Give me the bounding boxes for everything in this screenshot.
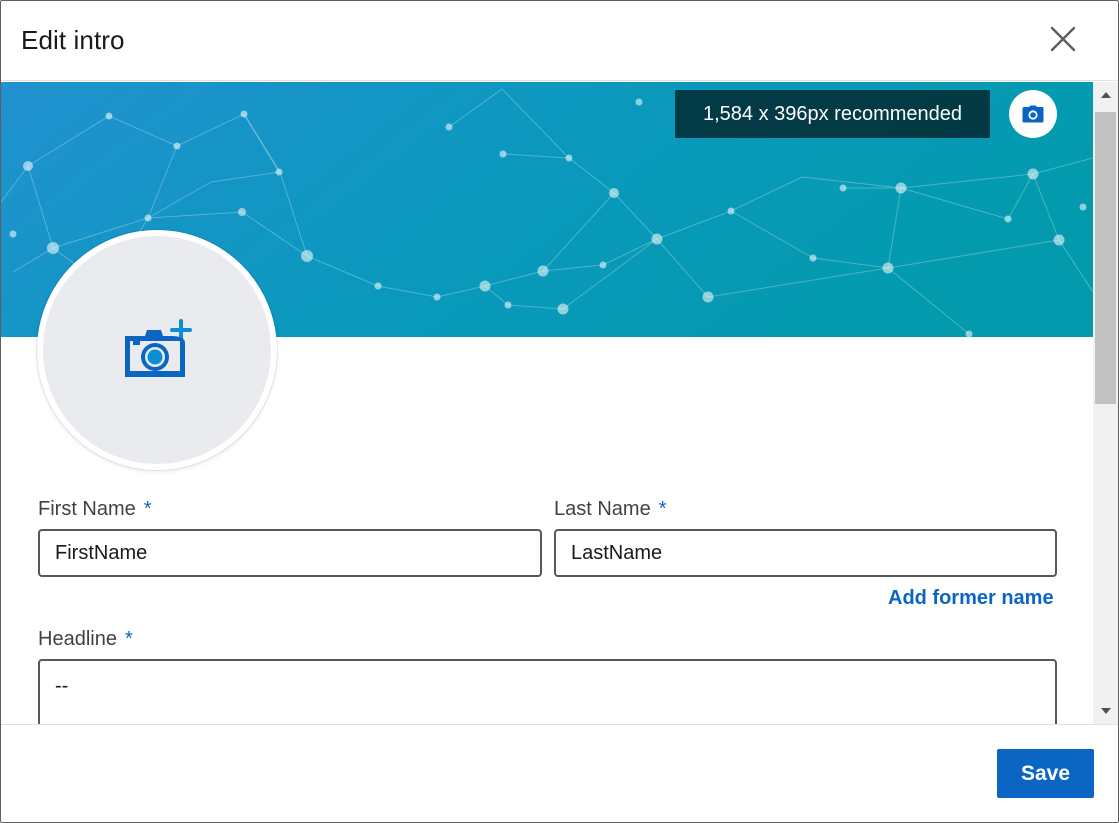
- last-name-label: Last Name *: [554, 498, 667, 521]
- scroll-up-button[interactable]: [1093, 84, 1118, 106]
- close-button[interactable]: [1041, 17, 1085, 61]
- scroll-down-button[interactable]: [1093, 700, 1118, 722]
- scrollbar-thumb[interactable]: [1095, 112, 1116, 404]
- edit-background-button[interactable]: [1009, 90, 1057, 138]
- headline-textarea[interactable]: --: [38, 659, 1057, 724]
- close-icon: [1050, 26, 1076, 52]
- banner-dimension-hint: 1,584 x 396px recommended: [675, 90, 990, 138]
- add-former-name-link[interactable]: Add former name: [888, 587, 1054, 610]
- camera-add-icon: [125, 319, 192, 377]
- scroll-up-icon: [1100, 92, 1111, 98]
- dialog-body: 1,584 x 396px recommended First Name * F…: [1, 82, 1118, 724]
- vertical-scrollbar[interactable]: [1093, 82, 1118, 724]
- profile-photo-frame: [37, 230, 277, 470]
- scroll-down-icon: [1100, 708, 1111, 714]
- first-name-input[interactable]: [38, 529, 542, 577]
- first-name-label: First Name *: [38, 498, 152, 521]
- last-name-input[interactable]: [554, 529, 1057, 577]
- headline-label-text: Headline: [38, 628, 117, 650]
- first-name-label-text: First Name: [38, 498, 136, 520]
- camera-icon: [1022, 105, 1044, 123]
- dialog-header: Edit intro: [1, 1, 1118, 81]
- dialog-footer: Save: [1, 724, 1118, 822]
- profile-photo-button[interactable]: [43, 236, 271, 464]
- headline-required-mark: *: [124, 628, 133, 650]
- last-name-label-text: Last Name: [554, 498, 651, 520]
- headline-label: Headline *: [38, 628, 133, 651]
- save-button[interactable]: Save: [997, 749, 1094, 798]
- first-name-required-mark: *: [143, 498, 152, 520]
- last-name-required-mark: *: [658, 498, 667, 520]
- edit-intro-dialog: Edit intro 1,584 x 396px recommended Fir…: [0, 0, 1119, 823]
- dialog-title: Edit intro: [21, 25, 125, 55]
